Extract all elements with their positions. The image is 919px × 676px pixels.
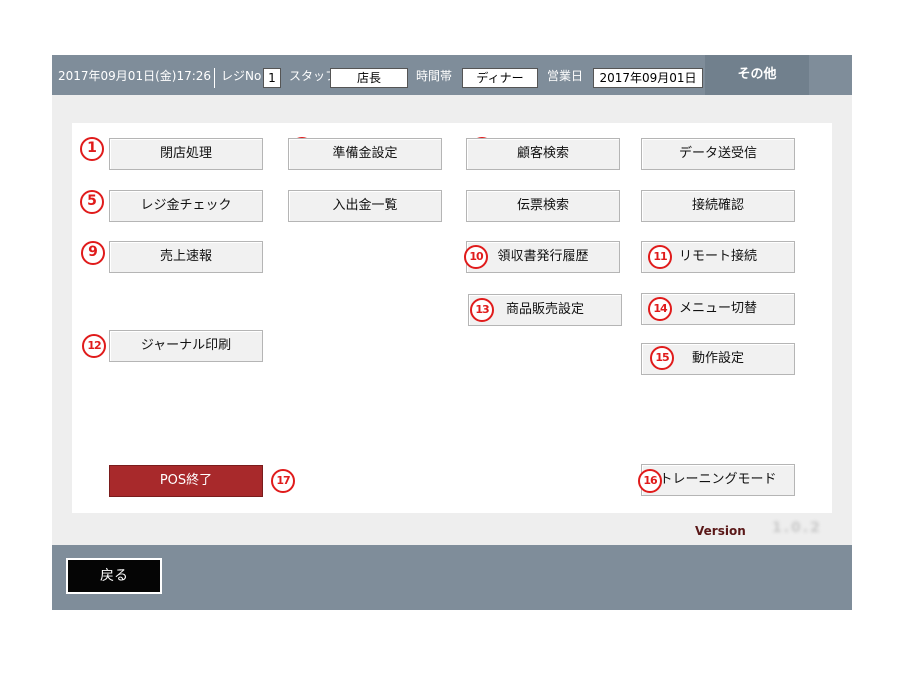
- marker-14: 14: [648, 297, 672, 321]
- marker-13: 13: [470, 298, 494, 322]
- header-divider: [214, 68, 215, 88]
- cash-setup-button[interactable]: 準備金設定: [288, 138, 442, 170]
- business-day-label: 営業日: [547, 69, 584, 83]
- cash-inout-list-button[interactable]: 入出金一覧: [288, 190, 442, 222]
- business-day-value: 2017年09月01日: [593, 68, 703, 88]
- marker-11: 11: [648, 245, 672, 269]
- timeslot-label: 時間帯: [416, 69, 453, 83]
- pos-window: 2017年09月01日(金)17:26 レジNo 1 スタッフ 店長 時間帯 デ…: [52, 55, 852, 610]
- receipt-history-button[interactable]: 領収書発行履歴: [466, 241, 620, 273]
- register-label: レジNo: [221, 69, 262, 83]
- tab-other[interactable]: その他: [705, 55, 809, 95]
- marker-10: 10: [464, 245, 488, 269]
- connection-check-button[interactable]: 接続確認: [641, 190, 795, 222]
- sales-report-button[interactable]: 売上速報: [109, 241, 263, 273]
- marker-17: 17: [271, 469, 295, 493]
- marker-9: 9: [81, 241, 105, 265]
- data-transfer-button[interactable]: データ送受信: [641, 138, 795, 170]
- marker-12: 12: [82, 334, 106, 358]
- marker-15: 15: [650, 346, 674, 370]
- slip-search-button[interactable]: 伝票検索: [466, 190, 620, 222]
- marker-16: 16: [638, 469, 662, 493]
- customer-search-button[interactable]: 顧客検索: [466, 138, 620, 170]
- header-bar: 2017年09月01日(金)17:26 レジNo 1 スタッフ 店長 時間帯 デ…: [52, 55, 852, 95]
- register-check-button[interactable]: レジ金チェック: [109, 190, 263, 222]
- staff-value: 店長: [330, 68, 408, 88]
- close-store-button[interactable]: 閉店処理: [109, 138, 263, 170]
- back-button[interactable]: 戻る: [66, 558, 162, 594]
- datetime-display: 2017年09月01日(金)17:26: [58, 69, 212, 83]
- marker-1: 1: [80, 137, 104, 161]
- register-number: 1: [263, 68, 281, 88]
- pos-exit-button[interactable]: POS終了: [109, 465, 263, 497]
- version-number: 1.0.2: [772, 520, 822, 536]
- training-mode-button[interactable]: トレーニングモード: [641, 464, 795, 496]
- version-label: Version: [695, 524, 746, 538]
- marker-5: 5: [80, 190, 104, 214]
- footer-bar: 戻る: [52, 545, 852, 610]
- journal-print-button[interactable]: ジャーナル印刷: [109, 330, 263, 362]
- menu-panel: 1 閉店処理 2 準備金設定 3 顧客検索 4 データ送受信 5 レジ金チェック…: [72, 123, 832, 513]
- timeslot-value: ディナー: [462, 68, 538, 88]
